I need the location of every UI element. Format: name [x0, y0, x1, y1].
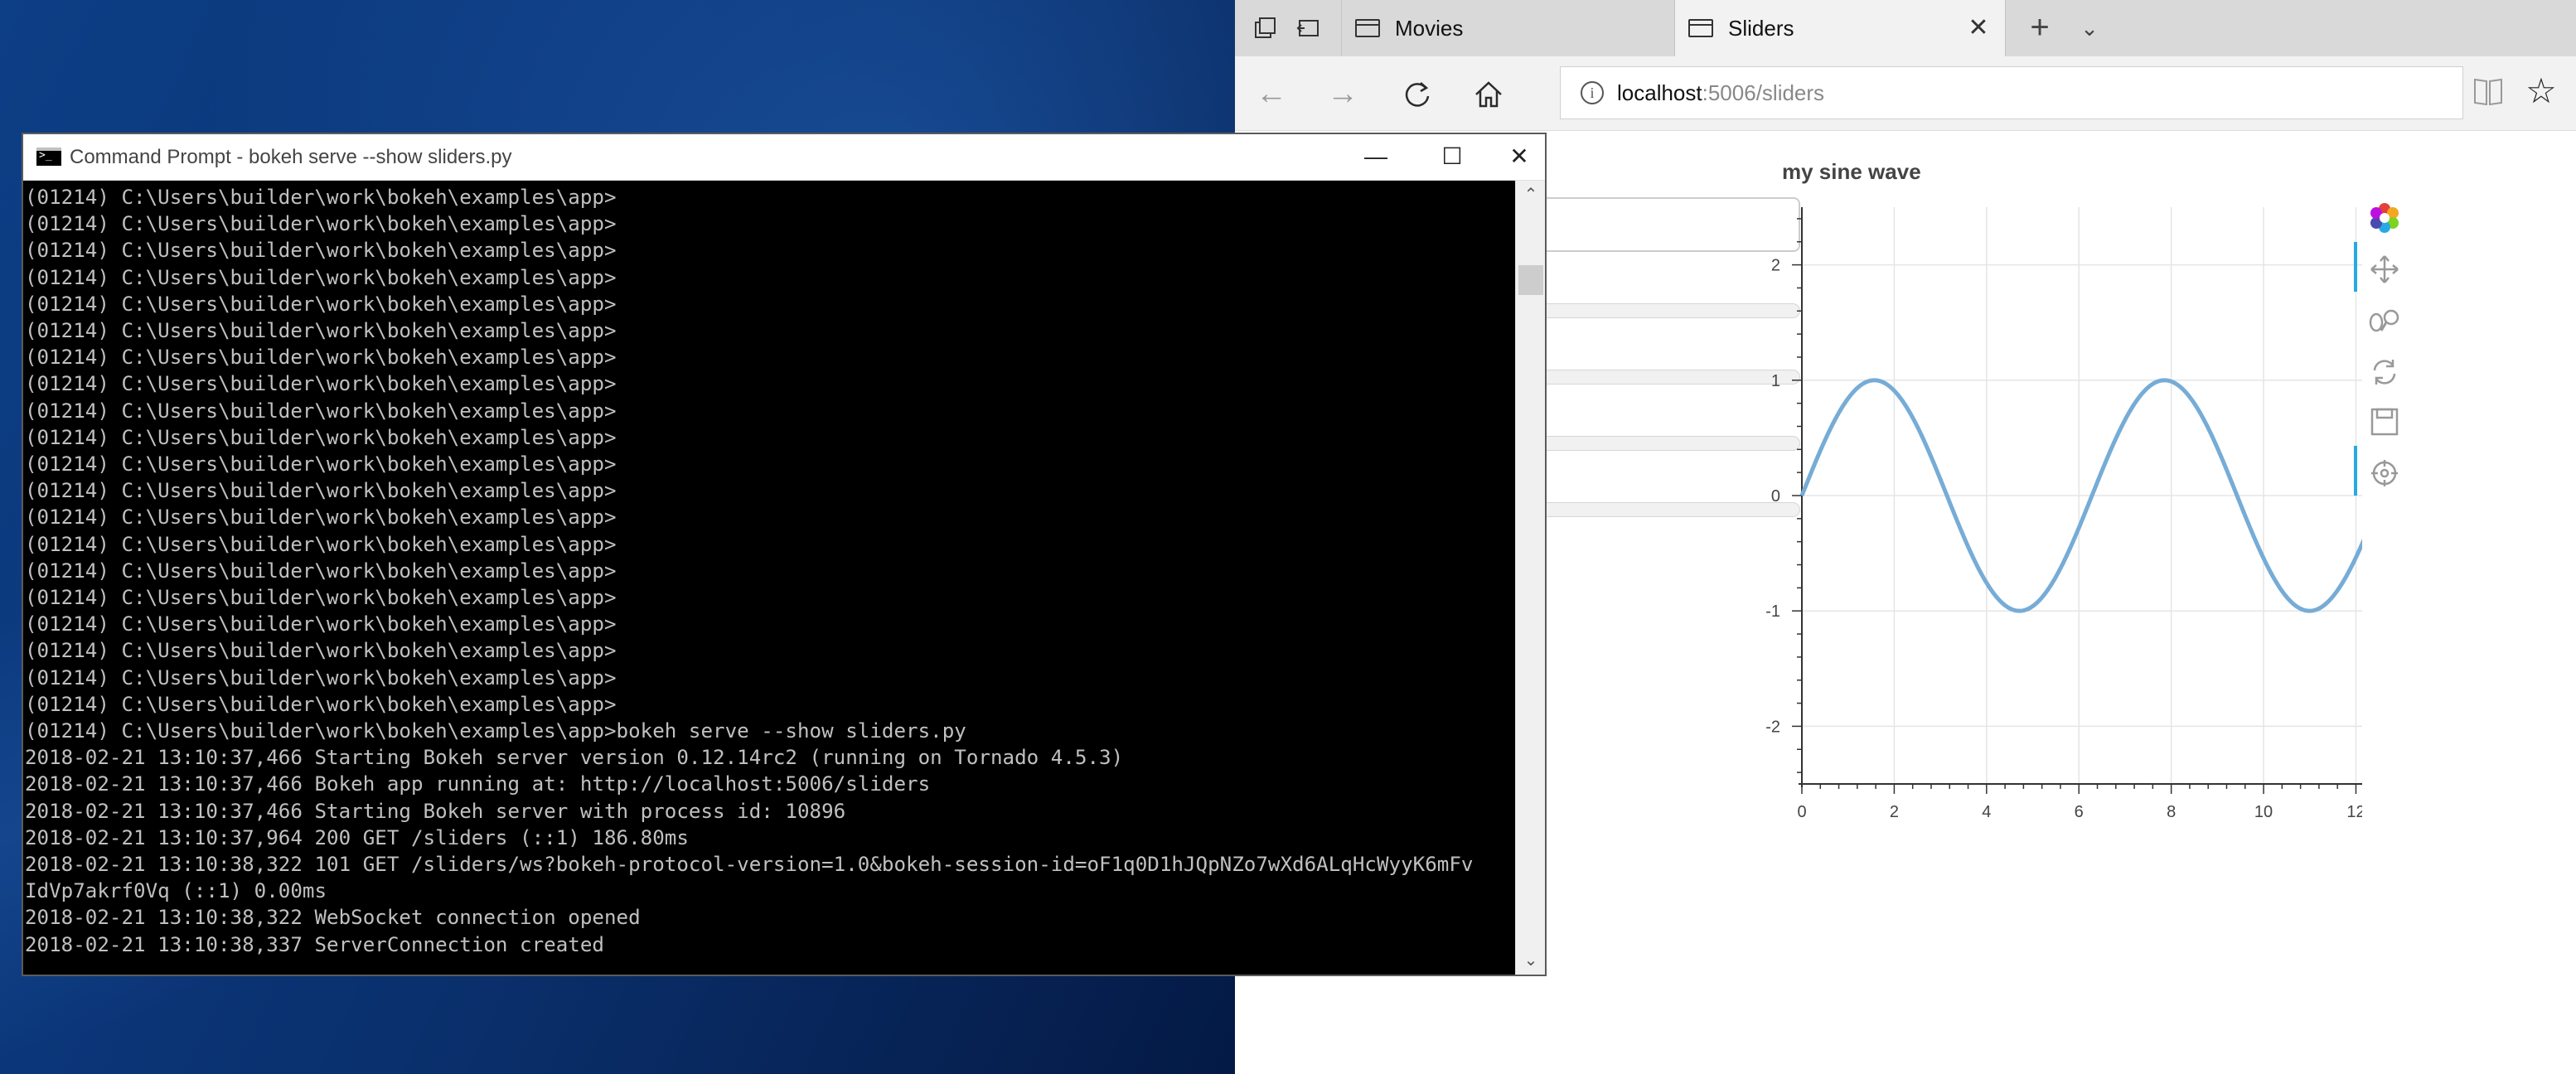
tool-active-indicator [2354, 242, 2357, 292]
console-line: (01214) C:\Users\builder\work\bokeh\exam… [25, 452, 617, 477]
close-tab-icon[interactable]: ✕ [1965, 15, 1992, 41]
console-output[interactable]: (01214) C:\Users\builder\work\bokeh\exam… [23, 181, 1515, 975]
plot-grid [1801, 207, 2362, 784]
console-icon [36, 148, 61, 166]
tab-movies[interactable]: Movies [1341, 0, 1669, 56]
console-line: (01214) C:\Users\builder\work\bokeh\exam… [25, 186, 617, 209]
tool-active-indicator [2354, 446, 2357, 496]
plot-axes [1799, 207, 2362, 787]
x-tick-label: 10 [2254, 803, 2273, 821]
favorites-star-icon[interactable]: ☆ [2521, 70, 2561, 113]
wheel-zoom-icon[interactable] [2367, 303, 2402, 338]
plot-ticks [1792, 218, 2357, 794]
command-prompt-window[interactable]: Command Prompt - bokeh serve --show slid… [22, 133, 1547, 976]
refresh-button[interactable] [1396, 73, 1439, 116]
console-line: (01214) C:\Users\builder\work\bokeh\exam… [25, 559, 617, 583]
minimize-button[interactable]: — [1338, 134, 1414, 181]
back-button[interactable]: ← [1250, 73, 1293, 116]
console-line: 2018-02-21 13:10:38,337 ServerConnection… [25, 932, 604, 956]
scroll-down-arrow[interactable]: ⌄ [1516, 946, 1546, 975]
save-icon[interactable] [2367, 404, 2402, 439]
cmd-title-bar[interactable]: Command Prompt - bokeh serve --show slid… [23, 134, 1545, 181]
forward-button[interactable]: → [1321, 73, 1364, 116]
pan-icon[interactable] [2367, 252, 2402, 287]
chevron-down-icon[interactable]: ⌄ [2069, 0, 2110, 56]
address-path: :5006/sliders [1702, 80, 1825, 105]
sine-plot[interactable]: 0 2 4 6 8 10 12210-1-2 [1732, 189, 2362, 918]
console-line: (01214) C:\Users\builder\work\bokeh\exam… [25, 372, 617, 396]
tabs-aside-icon[interactable] [1288, 0, 1329, 56]
home-button[interactable] [1467, 73, 1510, 116]
navigation-bar: ← → i localhost:5006/sliders ☆ [1235, 56, 2576, 131]
console-line: (01214) C:\Users\builder\work\bokeh\exam… [25, 212, 617, 236]
new-tab-button[interactable]: + [2019, 0, 2060, 56]
console-line: (01214) C:\Users\builder\work\bokeh\exam… [25, 399, 617, 423]
scroll-up-arrow[interactable]: ⌃ [1516, 181, 1546, 209]
x-tick-label: 2 [1890, 803, 1899, 821]
plot-title: my sine wave [1782, 159, 1921, 184]
tab-sliders[interactable]: Sliders ✕ [1674, 0, 2006, 56]
reset-icon[interactable] [2367, 355, 2402, 389]
tab-set-aside-icon[interactable] [1245, 0, 1286, 56]
console-line: (01214) C:\Users\builder\work\bokeh\exam… [25, 719, 966, 743]
x-tick-label: 4 [1982, 803, 1991, 821]
x-tick-label: 8 [2167, 803, 2176, 821]
y-tick-label: -1 [1765, 602, 1780, 621]
tab-label: Sliders [1728, 15, 1794, 41]
tab-bar: Movies Sliders ✕ + ⌄ [1235, 0, 2576, 56]
console-line: (01214) C:\Users\builder\work\bokeh\exam… [25, 265, 617, 289]
page-icon [1688, 19, 1713, 37]
console-line: 2018-02-21 13:10:37,466 Starting Bokeh s… [25, 799, 846, 823]
x-tick-label: 0 [1797, 803, 1806, 821]
console-line: (01214) C:\Users\builder\work\bokeh\exam… [25, 532, 617, 556]
plot-toolbar [2354, 192, 2409, 507]
hover-icon[interactable] [2367, 456, 2402, 491]
y-tick-label: 1 [1771, 372, 1780, 390]
console-line: 2018-02-21 13:10:38,322 WebSocket connec… [25, 906, 641, 930]
close-window-button[interactable]: ✕ [1490, 134, 1548, 181]
console-line: (01214) C:\Users\builder\work\bokeh\exam… [25, 612, 617, 636]
page-icon [1355, 19, 1380, 37]
y-tick-label: 2 [1771, 257, 1780, 275]
console-line: (01214) C:\Users\builder\work\bokeh\exam… [25, 346, 617, 370]
y-tick-label: -2 [1765, 718, 1780, 736]
console-line: (01214) C:\Users\builder\work\bokeh\exam… [25, 479, 617, 503]
console-line: IdVp7akrf0Vq (::1) 0.00ms [25, 879, 327, 903]
console-line: (01214) C:\Users\builder\work\bokeh\exam… [25, 239, 617, 263]
console-scrollbar[interactable]: ⌃ ⌄ [1515, 181, 1545, 975]
console-line: (01214) C:\Users\builder\work\bokeh\exam… [25, 692, 617, 716]
address-bar[interactable]: i localhost:5006/sliders [1560, 66, 2463, 119]
console-line: 2018-02-21 13:10:38,322 101 GET /sliders… [25, 853, 1474, 877]
x-tick-label: 12 [2346, 803, 2362, 821]
console-line: (01214) C:\Users\builder\work\bokeh\exam… [25, 506, 617, 530]
address-host: localhost [1617, 80, 1702, 105]
tab-label: Movies [1395, 15, 1464, 41]
console-line: (01214) C:\Users\builder\work\bokeh\exam… [25, 639, 617, 663]
console-line: (01214) C:\Users\builder\work\bokeh\exam… [25, 425, 617, 449]
console-line: (01214) C:\Users\builder\work\bokeh\exam… [25, 319, 617, 343]
scrollbar-thumb[interactable] [1518, 265, 1543, 295]
plot-tick-labels: 0 2 4 6 8 10 12210-1-2 [1765, 257, 2362, 821]
y-tick-label: 0 [1771, 487, 1780, 506]
console-line: 2018-02-21 13:10:37,466 Bokeh app runnin… [25, 772, 931, 796]
reading-view-icon[interactable] [2472, 75, 2505, 111]
console-line: (01214) C:\Users\builder\work\bokeh\exam… [25, 292, 617, 316]
console-line: 2018-02-21 13:10:37,466 Starting Bokeh s… [25, 746, 1124, 770]
x-tick-label: 6 [2075, 803, 2084, 821]
console-line: 2018-02-21 13:10:37,964 200 GET /sliders… [25, 825, 689, 849]
console-line: (01214) C:\Users\builder\work\bokeh\exam… [25, 665, 617, 689]
bokeh-logo-icon[interactable] [2367, 201, 2402, 235]
maximize-button[interactable]: ☐ [1414, 134, 1490, 181]
info-icon[interactable]: i [1581, 81, 1604, 104]
window-title: Command Prompt - bokeh serve --show slid… [70, 146, 512, 168]
console-line: (01214) C:\Users\builder\work\bokeh\exam… [25, 586, 617, 610]
